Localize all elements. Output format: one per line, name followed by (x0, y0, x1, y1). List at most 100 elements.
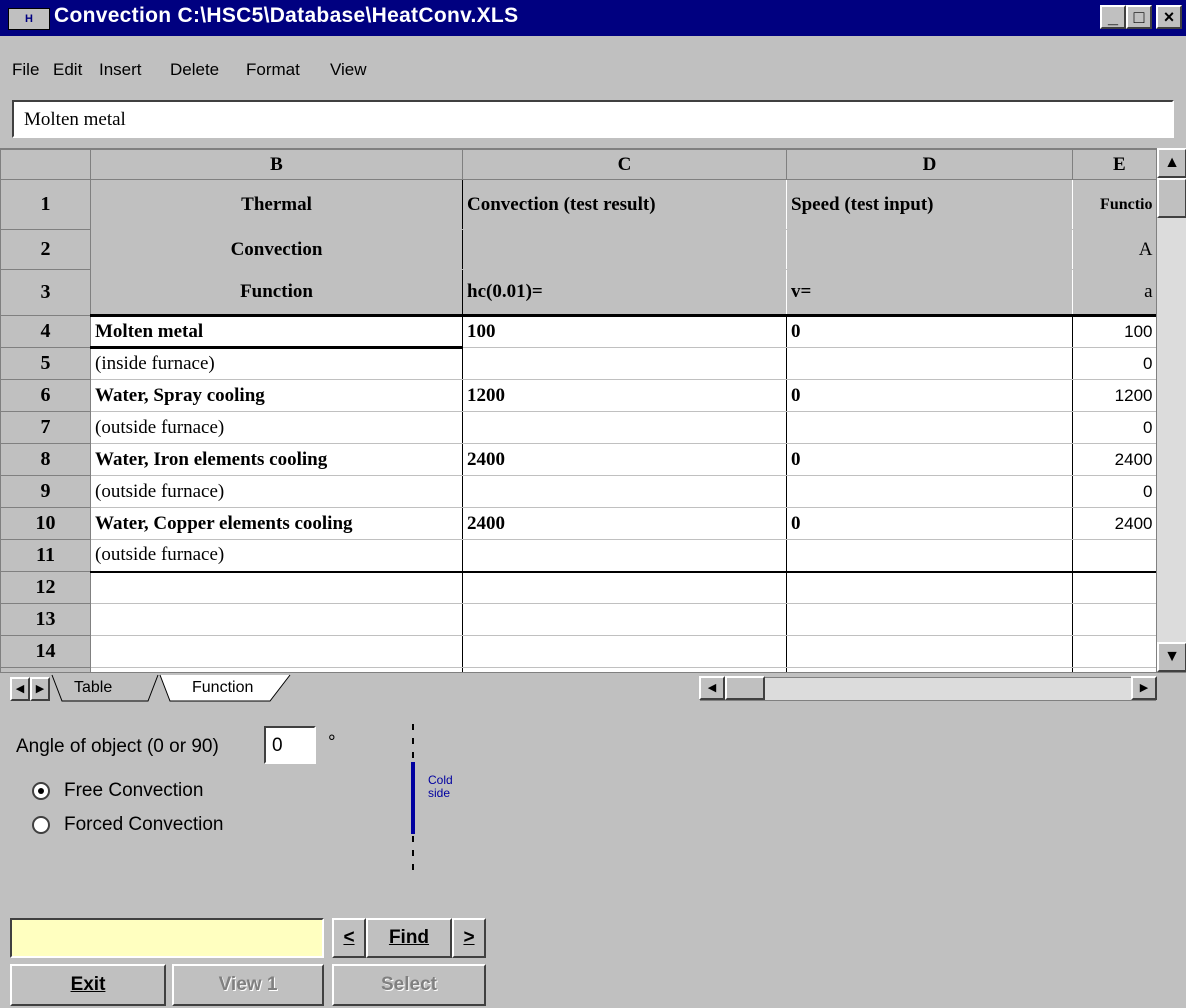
row-header[interactable]: 12 (0, 571, 91, 604)
cell-edit-field[interactable]: Molten metal (12, 100, 1174, 138)
scroll-up-icon[interactable]: ▲ (1157, 148, 1186, 178)
angle-input[interactable]: 0 (264, 726, 316, 764)
cell-d[interactable] (786, 539, 1073, 573)
vertical-scrollbar[interactable]: ▲ ▼ (1156, 148, 1186, 672)
cell-b[interactable] (90, 571, 463, 604)
header-cell-e[interactable]: Functio (1072, 179, 1157, 230)
menu-file[interactable]: File (12, 60, 39, 80)
header-cell-c[interactable]: hc(0.01)= (462, 269, 787, 317)
cell-e[interactable]: 0 (1072, 411, 1157, 444)
header-cell-e[interactable]: A (1072, 229, 1157, 270)
cell-b[interactable] (90, 603, 463, 636)
row-header[interactable]: 4 (0, 315, 91, 348)
cell-d[interactable] (786, 603, 1073, 636)
header-cell-b[interactable]: Convection (90, 229, 463, 270)
header-cell-d[interactable]: Speed (test input) (786, 179, 1073, 230)
cell-c[interactable] (462, 635, 787, 668)
cell-c[interactable] (462, 347, 787, 380)
close-button[interactable]: × (1156, 5, 1182, 29)
find-button[interactable]: Find (366, 918, 452, 958)
header-cell-b[interactable]: Function (90, 269, 463, 317)
cell-d[interactable] (786, 475, 1073, 508)
cell-e[interactable]: 100 (1072, 315, 1157, 348)
header-cell-d[interactable] (786, 229, 1073, 270)
row-header[interactable]: 7 (0, 411, 91, 444)
tab-table[interactable]: Table (74, 679, 112, 705)
cell-e[interactable]: 1200 (1072, 379, 1157, 412)
cell-b[interactable]: Water, Iron elements cooling (90, 443, 463, 476)
hscroll-thumb[interactable] (725, 676, 765, 700)
tab-scroll-right-icon[interactable]: ▶ (30, 677, 50, 701)
cell-e[interactable] (1072, 603, 1157, 636)
cell-b[interactable]: (outside furnace) (90, 475, 463, 508)
cell-d[interactable]: 0 (786, 507, 1073, 540)
menu-edit[interactable]: Edit (53, 60, 82, 80)
header-cell-b[interactable]: Thermal (90, 179, 463, 230)
cell-b[interactable]: (inside furnace) (90, 347, 463, 380)
hscroll-left-icon[interactable]: ◀ (699, 676, 725, 700)
cell-b[interactable] (90, 635, 463, 668)
radio-free-convection[interactable] (32, 782, 50, 800)
cell-c[interactable]: 1200 (462, 379, 787, 412)
cell-d[interactable]: 0 (786, 443, 1073, 476)
maximize-button[interactable]: □ (1126, 5, 1152, 29)
column-header-d[interactable]: D (786, 149, 1073, 180)
row-header[interactable]: 10 (0, 507, 91, 540)
corner-header[interactable] (0, 149, 91, 180)
cell-d[interactable] (786, 635, 1073, 668)
forced-convection-label[interactable]: Forced Convection (64, 814, 223, 836)
cell-e[interactable]: 0 (1072, 475, 1157, 508)
row-header[interactable]: 1 (0, 179, 91, 230)
row-header[interactable]: 9 (0, 475, 91, 508)
cell-c[interactable] (462, 571, 787, 604)
cell-c[interactable] (462, 411, 787, 444)
row-header[interactable]: 3 (0, 269, 91, 316)
header-cell-c[interactable]: Convection (test result) (462, 179, 787, 230)
row-header[interactable]: 8 (0, 443, 91, 476)
column-header-c[interactable]: C (462, 149, 787, 180)
header-cell-d[interactable]: v= (786, 269, 1073, 317)
row-header[interactable]: 6 (0, 379, 91, 412)
row-header[interactable]: 14 (0, 635, 91, 668)
scroll-thumb[interactable] (1157, 178, 1186, 218)
row-header[interactable]: 5 (0, 347, 91, 380)
tab-function[interactable]: Function (192, 679, 253, 705)
cell-b[interactable]: Molten metal (90, 315, 463, 349)
cell-c[interactable]: 2400 (462, 443, 787, 476)
cell-c[interactable] (462, 475, 787, 508)
cell-d[interactable] (786, 411, 1073, 444)
cell-b[interactable]: (outside furnace) (90, 411, 463, 444)
cell-d[interactable] (786, 571, 1073, 604)
menu-delete[interactable]: Delete (170, 60, 219, 80)
find-next-button[interactable]: > (452, 918, 486, 958)
menu-view[interactable]: View (330, 60, 367, 80)
cell-c[interactable] (462, 539, 787, 573)
cell-e[interactable] (1072, 571, 1157, 604)
scroll-down-icon[interactable]: ▼ (1157, 642, 1186, 672)
column-header-e[interactable]: E (1072, 149, 1157, 180)
minimize-button[interactable]: _ (1100, 5, 1126, 29)
horizontal-scrollbar[interactable]: ◀ ▶ (699, 676, 1157, 701)
cell-b[interactable]: Water, Copper elements cooling (90, 507, 463, 540)
cell-c[interactable]: 100 (462, 315, 787, 348)
cell-b[interactable]: Water, Spray cooling (90, 379, 463, 412)
cell-e[interactable] (1072, 635, 1157, 668)
free-convection-label[interactable]: Free Convection (64, 780, 203, 802)
row-header[interactable]: 13 (0, 603, 91, 636)
find-previous-button[interactable]: < (332, 918, 366, 958)
cell-e[interactable]: 2400 (1072, 507, 1157, 540)
menu-format[interactable]: Format (246, 60, 300, 80)
menu-insert[interactable]: Insert (99, 60, 142, 80)
column-header-b[interactable]: B (90, 149, 463, 180)
hscroll-right-icon[interactable]: ▶ (1131, 676, 1157, 700)
cell-e[interactable]: 0 (1072, 347, 1157, 380)
cell-c[interactable]: 2400 (462, 507, 787, 540)
header-cell-e[interactable]: a (1072, 269, 1157, 317)
row-header[interactable]: 11 (0, 539, 91, 572)
exit-button[interactable]: Exit (10, 964, 166, 1006)
spreadsheet-grid[interactable]: B C D E 1 Thermal Convection (test result)… (0, 148, 1186, 703)
view-button[interactable]: View 1 (172, 964, 324, 1006)
cell-c[interactable] (462, 603, 787, 636)
select-button[interactable]: Select (332, 964, 486, 1006)
row-header[interactable]: 2 (0, 229, 91, 270)
